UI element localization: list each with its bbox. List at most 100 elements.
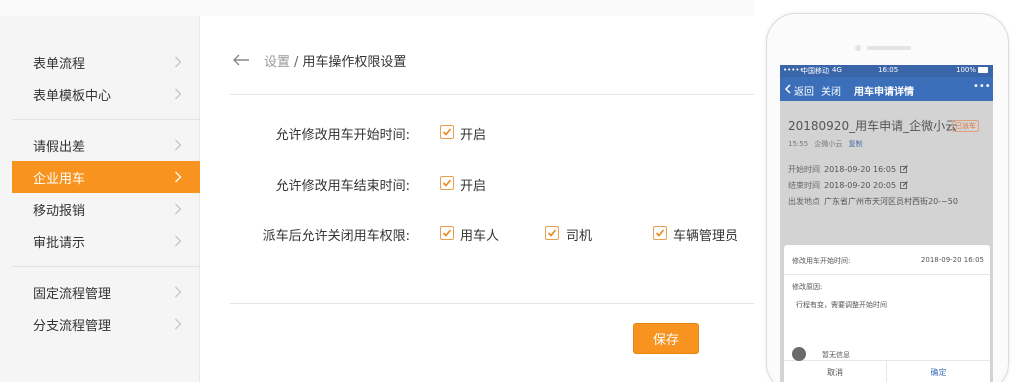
sidebar-divider [12,266,200,267]
dialog-field-row[interactable]: 修改用车开始时间: 2018-09-20 16:05 [784,245,990,275]
status-time: 16:05 [878,66,899,74]
sidebar-item-label: 审批请示 [33,235,86,251]
save-button[interactable]: 保存 [633,323,699,354]
chevron-right-icon [175,88,182,100]
edit-icon[interactable] [900,181,908,189]
phone-screen: ••••• 中国移动 4G 16:05 100% 返回 关闭 用车申请详情 ••… [780,65,993,382]
carrier-label: 中国移动 [801,67,829,75]
breadcrumb-separator: / [294,55,299,70]
close-permission-user-label: 用车人 [460,229,500,244]
dialog-reason-input[interactable]: 行程有变，需要调整开始时间 [796,300,887,310]
chevron-right-icon [175,203,182,215]
phone-camera-icon [855,45,861,51]
nav-back-button[interactable]: 返回 [794,83,814,98]
footer-divider [230,303,754,304]
dialog-cancel-button[interactable]: 取消 [784,361,887,382]
close-permission-admin-label: 车辆管理员 [673,229,739,244]
allow-edit-start-option: 开启 [460,128,487,143]
close-permission-driver-label: 司机 [566,229,593,244]
request-title: 20180920_用车申请_企微小云 [788,119,958,133]
request-user: 企微小云 [814,140,843,148]
end-time-row: 结束时间 2018-09-20 20:05 [788,180,908,191]
departure-row: 出发地点 广东省广州市天河区员村西街20-~50 [788,196,958,207]
sidebar-item-label: 表单模板中心 [33,88,112,104]
more-icon[interactable]: ••• [973,81,991,92]
close-permission-admin-checkbox[interactable] [653,226,667,240]
header-divider [230,94,754,95]
check-icon [442,128,452,136]
dialog-field-label: 修改用车开始时间: [792,257,851,265]
close-permission-user-checkbox[interactable] [440,226,454,240]
back-arrow-icon[interactable] [231,52,251,68]
check-icon [655,229,665,237]
request-time: 15:55 [788,140,809,148]
network-label: 4G [832,66,842,74]
sidebar-item-branch-flow[interactable]: 分支流程管理 [12,308,200,340]
chevron-right-icon [175,235,182,247]
sidebar-item-label: 企业用车 [33,171,86,187]
battery-level: 100% [956,66,977,74]
sidebar-divider [12,119,200,120]
chevron-right-icon [175,286,182,298]
panel-top-strip [200,0,754,16]
sidebar-item-approval-request[interactable]: 审批请示 [12,225,200,257]
phone-speaker-icon [867,46,911,50]
dialog-buttons: 取消 确定 [784,360,990,382]
chevron-right-icon [175,139,182,151]
sidebar-item-company-car[interactable]: 企业用车 [12,161,200,193]
breadcrumb-parent[interactable]: 设置 [264,55,290,70]
end-time-label: 结束时间 [788,181,820,190]
phone-status-bar: ••••• 中国移动 4G 16:05 100% [780,65,993,77]
chevron-right-icon [175,318,182,330]
dialog-field-value: 2018-09-20 16:05 [920,256,984,264]
sidebar-item-label: 分支流程管理 [33,318,112,334]
allow-edit-end-label: 允许修改用车结束时间: [275,179,410,194]
phone-nav-bar: 返回 关闭 用车申请详情 ••• [780,77,993,101]
sidebar-item-leave-trip[interactable]: 请假出差 [12,129,200,161]
allow-edit-end-checkbox[interactable] [440,176,454,190]
copy-link[interactable]: 复制 [849,140,863,148]
nav-title: 用车申请详情 [854,87,914,98]
start-time-row: 开始时间 2018-09-20 16:05 [788,164,908,175]
breadcrumb: 设置 / 用车操作权限设置 [264,51,406,70]
check-icon [547,229,557,237]
allow-edit-start-label: 允许修改用车开始时间: [275,128,410,143]
back-chevron-icon[interactable] [784,84,791,94]
request-detail: 20180920_用车申请_企微小云 已派车 15:55 企微小云 复制 开始时… [780,101,993,382]
sidebar: 表单流程 表单模板中心 请假出差 企业用车 移动报销 审批请示 固定流程管理 分… [0,0,200,382]
chevron-right-icon [175,56,182,68]
battery-icon [978,67,988,73]
departure-value: 广东省广州市天河区员村西街20-~50 [824,197,958,206]
request-meta: 15:55 企微小云 复制 [788,139,863,149]
status-badge: 已派车 [952,120,979,132]
dialog-reason-label: 修改原因: [792,283,823,291]
settings-panel: 设置 / 用车操作权限设置 允许修改用车开始时间: 开启 允许修改用车结束时间: 开… [200,0,754,382]
check-icon [442,229,452,237]
allow-edit-end-option: 开启 [460,179,487,194]
close-permission-label: 派车后允许关闭用车权限: [262,229,410,244]
breadcrumb-current: 用车操作权限设置 [302,55,407,70]
chevron-right-icon [175,171,182,183]
sidebar-top-strip [0,0,200,16]
nav-close-button[interactable]: 关闭 [821,83,841,98]
departure-label: 出发地点 [788,197,820,206]
allow-edit-start-checkbox[interactable] [440,125,454,139]
sidebar-item-fixed-flow[interactable]: 固定流程管理 [12,276,200,308]
sidebar-item-form-flow[interactable]: 表单流程 [12,46,200,78]
sidebar-item-mobile-expense[interactable]: 移动报销 [12,193,200,225]
sidebar-item-label: 移动报销 [33,203,86,219]
start-time-label: 开始时间 [788,165,820,174]
sidebar-item-form-templates[interactable]: 表单模板中心 [12,78,200,110]
edit-time-dialog: 修改用车开始时间: 2018-09-20 16:05 修改原因: 行程有变，需要… [784,245,990,382]
check-icon [442,179,452,187]
close-permission-driver-checkbox[interactable] [545,226,559,240]
sidebar-item-label: 请假出差 [33,139,86,155]
avatar [792,347,806,361]
sidebar-item-label: 表单流程 [33,56,86,72]
edit-icon[interactable] [900,165,908,173]
end-time-value: 2018-09-20 20:05 [824,181,897,190]
dialog-confirm-button[interactable]: 确定 [887,361,990,382]
sidebar-item-label: 固定流程管理 [33,286,112,302]
no-info-text: 暂无信息 [822,351,850,359]
start-time-value: 2018-09-20 16:05 [824,165,897,174]
